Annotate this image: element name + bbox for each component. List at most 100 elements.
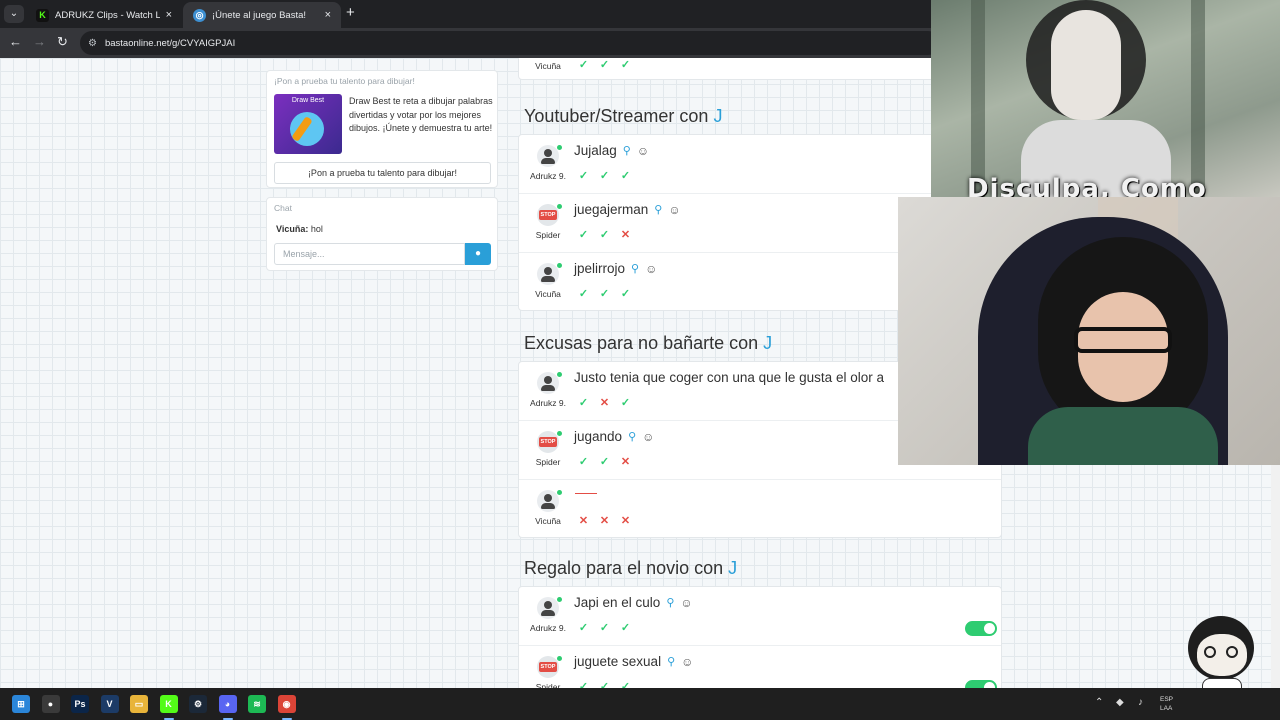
stop-sign-avatar: STOP bbox=[537, 431, 559, 453]
emoji-icon[interactable]: ☺ bbox=[680, 596, 692, 610]
check-icon[interactable]: ✓ bbox=[598, 170, 611, 183]
check-icon[interactable]: ✓ bbox=[577, 59, 590, 72]
speech-bubble-icon: ● bbox=[474, 248, 482, 259]
check-icon[interactable]: ✓ bbox=[619, 170, 632, 183]
check-icon[interactable]: ✓ bbox=[577, 229, 590, 242]
check-icon[interactable]: ✓ bbox=[598, 59, 611, 72]
check-icon[interactable]: ✓ bbox=[598, 622, 611, 635]
cross-icon[interactable]: ✕ bbox=[619, 229, 632, 242]
emoji-icon[interactable]: ☺ bbox=[681, 655, 693, 669]
steam-icon[interactable]: ⚙ bbox=[189, 695, 207, 713]
check-icon[interactable]: ✓ bbox=[577, 288, 590, 301]
vegas-icon[interactable]: V bbox=[100, 695, 119, 713]
check-icon[interactable]: ✓ bbox=[619, 59, 632, 72]
stop-sign-avatar: STOP bbox=[537, 656, 559, 678]
check-icon[interactable]: ✓ bbox=[577, 170, 590, 183]
answer-text: Justo tenia que coger con una que le gus… bbox=[574, 370, 884, 385]
chat-send-button[interactable]: ● bbox=[465, 243, 491, 265]
cross-icon[interactable]: ✕ bbox=[598, 515, 611, 528]
answer-text-group: Japi en el culo ⚲ ☺ bbox=[574, 595, 693, 610]
check-icon[interactable]: ✓ bbox=[619, 288, 632, 301]
emoji-icon[interactable]: ☺ bbox=[668, 203, 680, 217]
promo-text: Draw Best te reta a dibujar palabras div… bbox=[349, 96, 493, 133]
answer-text-group: jpelirrojo ⚲ ☺ bbox=[574, 261, 657, 276]
search-icon[interactable]: ⚲ bbox=[623, 144, 631, 157]
stop-sign-avatar: STOP bbox=[537, 204, 559, 226]
answer-row: STOP Spider juguete sexual ⚲ ☺ ✓ ✓ ✓ bbox=[519, 646, 1001, 688]
reload-icon[interactable]: ↻ bbox=[57, 34, 68, 50]
tab-search-icon[interactable]: ⌄ bbox=[4, 5, 24, 23]
forward-arrow-icon[interactable]: → bbox=[33, 34, 46, 50]
start-icon[interactable]: ⊞ bbox=[12, 695, 30, 713]
search-icon[interactable]: ⚲ bbox=[666, 596, 674, 609]
tab-close-icon[interactable]: × bbox=[325, 9, 331, 21]
check-icon[interactable]: ✓ bbox=[619, 622, 632, 635]
category-title: Regalo para el novio con J bbox=[524, 558, 737, 579]
url-input[interactable]: ⚙ bastaonline.net/g/CVYAIGPJAI bbox=[80, 31, 940, 55]
check-icon[interactable]: ✓ bbox=[619, 681, 632, 688]
microphone-icon[interactable]: ♪ bbox=[1138, 697, 1143, 708]
category-letter: J bbox=[713, 106, 723, 126]
valid-answer-toggle[interactable] bbox=[965, 621, 997, 636]
online-status-dot bbox=[557, 431, 562, 436]
obs-icon[interactable]: ● bbox=[41, 695, 60, 713]
emoji-icon[interactable]: ☺ bbox=[642, 430, 654, 444]
tab-adrukz-clips[interactable]: K ADRUKZ Clips - Watch Live on × bbox=[26, 2, 182, 28]
cross-icon[interactable]: ✕ bbox=[619, 456, 632, 469]
cross-icon[interactable]: ✕ bbox=[577, 515, 590, 528]
player-name: Adrukz 9. bbox=[530, 398, 566, 408]
emoji-icon[interactable]: ☺ bbox=[637, 144, 649, 158]
answer-text-group: Jujalag ⚲ ☺ bbox=[574, 143, 649, 158]
site-info-icon[interactable]: ⚙ bbox=[88, 38, 97, 49]
category-name: Regalo para el novio con bbox=[524, 558, 729, 578]
explorer-icon[interactable]: ▭ bbox=[130, 695, 148, 713]
check-icon[interactable]: ✓ bbox=[598, 681, 611, 688]
cross-icon[interactable]: ✕ bbox=[598, 397, 611, 410]
back-arrow-icon[interactable]: ← bbox=[9, 34, 22, 50]
empty-answer-line bbox=[575, 493, 597, 494]
check-icon[interactable]: ✓ bbox=[598, 229, 611, 242]
photoshop-icon[interactable]: Ps bbox=[71, 695, 89, 713]
emoji-icon[interactable]: ☺ bbox=[645, 262, 657, 276]
new-tab-button[interactable]: + bbox=[346, 5, 355, 21]
previous-category-box: Vicuña ✓ ✓ ✓ bbox=[518, 58, 1002, 80]
answer-row: Adrukz 9. Japi en el culo ⚲ ☺ ✓ ✓ ✓ bbox=[519, 587, 1001, 646]
search-icon[interactable]: ⚲ bbox=[654, 203, 662, 216]
category-name: Youtuber/Streamer con bbox=[524, 106, 714, 126]
promo-button[interactable]: ¡Pon a prueba tu talento para dibujar! bbox=[274, 162, 491, 184]
player-name: Spider bbox=[535, 457, 561, 467]
draw-best-image[interactable]: Draw Best bbox=[274, 94, 342, 154]
cross-icon[interactable]: ✕ bbox=[619, 515, 632, 528]
tray-language[interactable]: ESP LAA bbox=[1160, 695, 1173, 713]
online-status-dot bbox=[557, 597, 562, 602]
vote-group: ✕ ✕ ✕ bbox=[577, 515, 632, 528]
search-icon[interactable]: ⚲ bbox=[628, 430, 636, 443]
check-icon[interactable]: ✓ bbox=[577, 681, 590, 688]
check-icon[interactable]: ✓ bbox=[577, 397, 590, 410]
chat-message-input[interactable]: Mensaje... bbox=[274, 243, 465, 265]
chrome-icon[interactable]: ◉ bbox=[277, 695, 296, 713]
online-status-dot bbox=[557, 263, 562, 268]
kick-icon[interactable]: K bbox=[159, 695, 178, 713]
check-icon[interactable]: ✓ bbox=[598, 288, 611, 301]
valid-answer-toggle[interactable] bbox=[965, 680, 997, 688]
answer-text: Jujalag bbox=[574, 143, 617, 158]
tab-close-icon[interactable]: × bbox=[166, 9, 172, 21]
player-name: Spider bbox=[535, 230, 561, 240]
tray-app-icon[interactable]: ◆ bbox=[1116, 697, 1124, 708]
search-icon[interactable]: ⚲ bbox=[631, 262, 639, 275]
windows-taskbar: ⌃ ◆ ♪ ESP LAA ⊞ ● Ps V ▭ K ⚙ ◕ ≋ ◉ bbox=[0, 688, 1280, 720]
check-icon[interactable]: ✓ bbox=[577, 456, 590, 469]
search-icon[interactable]: ⚲ bbox=[667, 655, 675, 668]
discord-icon[interactable]: ◕ bbox=[218, 695, 237, 713]
check-icon[interactable]: ✓ bbox=[577, 622, 590, 635]
online-status-dot bbox=[557, 372, 562, 377]
tab-basta[interactable]: ◎ ¡Únete al juego Basta! × bbox=[183, 2, 341, 28]
check-icon[interactable]: ✓ bbox=[619, 397, 632, 410]
spotify-icon[interactable]: ≋ bbox=[248, 695, 266, 713]
chat-text: hol bbox=[308, 224, 323, 234]
tray-chevron-icon[interactable]: ⌃ bbox=[1095, 697, 1103, 708]
overlay-face bbox=[1051, 10, 1121, 120]
check-icon[interactable]: ✓ bbox=[598, 456, 611, 469]
category-letter: J bbox=[763, 333, 773, 353]
